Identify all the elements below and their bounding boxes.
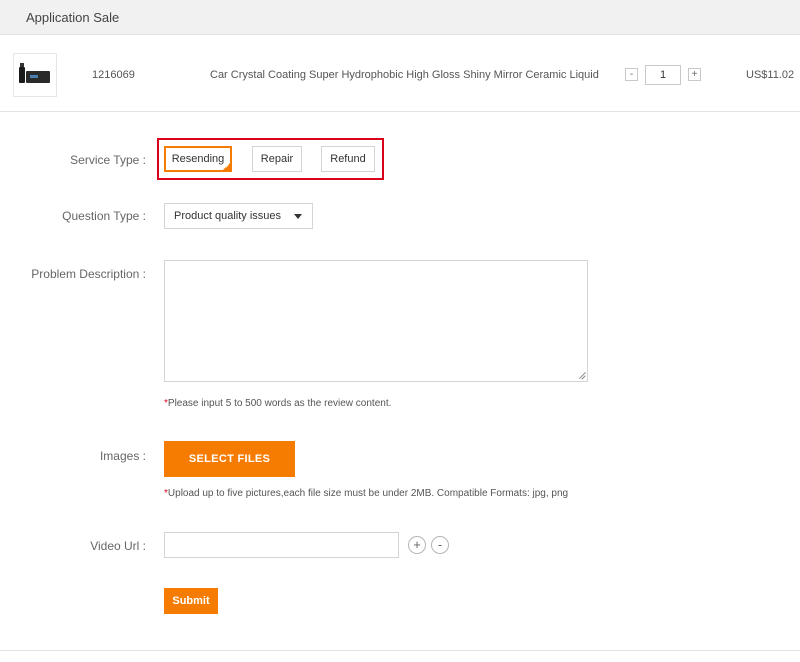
selected-check-icon bbox=[222, 162, 231, 171]
images-hint-text: Upload up to five pictures,each file siz… bbox=[167, 488, 569, 499]
product-row: 1216069 Car Crystal Coating Super Hydrop… bbox=[0, 36, 800, 112]
select-files-button[interactable]: SELECT FILES bbox=[164, 441, 295, 477]
resize-handle-icon[interactable] bbox=[578, 372, 586, 380]
problem-description-input[interactable] bbox=[164, 260, 588, 382]
page-header: Application Sale bbox=[0, 0, 800, 35]
service-option-repair[interactable]: Repair bbox=[252, 146, 302, 172]
dropdown-caret-icon bbox=[294, 214, 302, 219]
add-icon[interactable]: + bbox=[408, 536, 426, 554]
images-label: Images : bbox=[99, 449, 146, 463]
product-price: US$11.02 bbox=[746, 69, 795, 81]
images-hint: *Upload up to five pictures,each file si… bbox=[164, 488, 568, 499]
service-option-resending[interactable]: Resending bbox=[164, 146, 232, 172]
question-type-value: Product quality issues bbox=[174, 210, 281, 222]
box-image bbox=[26, 71, 50, 83]
service-option-label: Resending bbox=[171, 153, 225, 165]
quantity-increase-button[interactable]: + bbox=[688, 68, 701, 81]
problem-description-label: Problem Description : bbox=[31, 267, 146, 281]
bottle-image bbox=[19, 63, 25, 83]
problem-hint-text: Please input 5 to 500 words as the revie… bbox=[167, 398, 392, 409]
remove-icon[interactable]: - bbox=[431, 536, 449, 554]
video-url-label: Video Url : bbox=[90, 539, 146, 553]
divider bbox=[0, 650, 800, 651]
submit-button[interactable]: Submit bbox=[164, 588, 218, 614]
product-thumbnail[interactable] bbox=[13, 53, 57, 97]
quantity-input[interactable] bbox=[645, 65, 681, 85]
service-option-refund[interactable]: Refund bbox=[321, 146, 375, 172]
page-title: Application Sale bbox=[26, 10, 120, 25]
question-type-select[interactable]: Product quality issues bbox=[164, 203, 313, 229]
quantity-decrease-button[interactable]: - bbox=[625, 68, 638, 81]
video-url-input[interactable] bbox=[164, 532, 399, 558]
service-type-label: Service Type : bbox=[70, 153, 146, 167]
product-name[interactable]: Car Crystal Coating Super Hydrophobic Hi… bbox=[210, 69, 599, 81]
order-id: 1216069 bbox=[92, 69, 135, 81]
question-type-label: Question Type : bbox=[62, 209, 146, 223]
problem-hint: *Please input 5 to 500 words as the revi… bbox=[164, 398, 391, 409]
